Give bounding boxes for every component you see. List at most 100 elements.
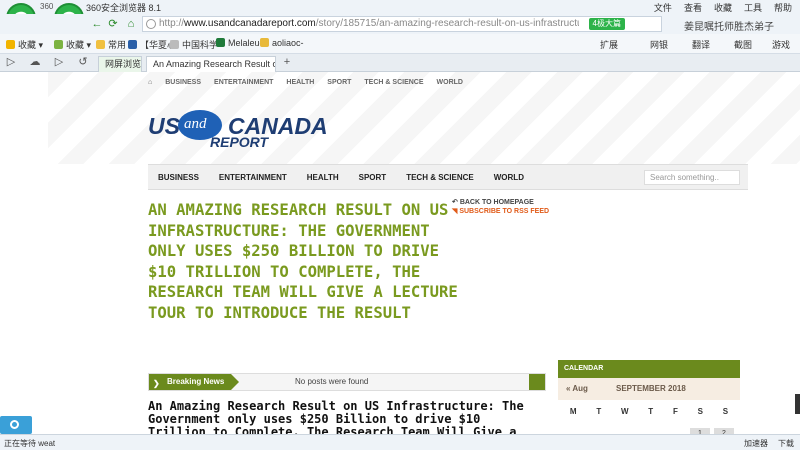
restore-icon[interactable]: ↺ [76, 55, 90, 69]
floating-search-button[interactable] [0, 416, 32, 434]
home-icon[interactable]: ⌂ [124, 17, 138, 31]
day-wed: W [620, 407, 629, 416]
tab-title: An Amazing Research Result o [153, 59, 276, 69]
browser-search-input[interactable]: 姜昆嘱托师胜杰弟子 [684, 18, 774, 33]
refresh-icon[interactable]: ⟳ [106, 17, 120, 31]
tool-screenshot[interactable]: 截图 [734, 38, 752, 51]
home-icon[interactable]: ⌂ [148, 79, 152, 86]
nav-sport[interactable]: SPORT [359, 173, 387, 182]
nav-health[interactable]: HEALTH [307, 173, 339, 182]
main-nav: BUSINESS ENTERTAINMENT HEALTH SPORT TECH… [148, 164, 748, 190]
logo-and: and [184, 116, 207, 132]
menu-file[interactable]: 文件 [654, 1, 672, 14]
bookmark-aoliaoc[interactable]: aoliaoc- [260, 38, 304, 48]
tab-bar: ▷ ☁ ▷ ↺ 网屏浏览 An Amazing Research Result … [0, 54, 800, 72]
breaking-news-next-button[interactable] [529, 374, 545, 390]
url-domain: www.usandcanadareport.com [184, 18, 316, 29]
day-fri: F [672, 407, 678, 416]
url-input[interactable]: http://www.usandcanadareport.com/story/1… [142, 16, 662, 32]
top-nav-sport[interactable]: SPORT [327, 79, 351, 86]
status-text: 正在等待 weat [4, 439, 56, 448]
nav-tech-science[interactable]: TECH & SCIENCE [406, 173, 474, 182]
tool-games[interactable]: 游戏 [772, 38, 790, 51]
calendar-heading: CALENDAR [558, 360, 740, 378]
bookmarks-bar: 收藏 ▾ 收藏 ▾ 常用 【华夏心 中国科学 Melaleuc aoliaoc-… [0, 34, 800, 54]
day-sat: S [697, 407, 703, 416]
rss-link[interactable]: ◥ SUBSCRIBE TO RSS FEED [452, 207, 549, 215]
bolt-icon: ❯ [153, 379, 160, 388]
bookmark-science[interactable]: 中国科学 [170, 38, 218, 51]
calendar-month: SEPTEMBER 2018 [616, 384, 686, 393]
cloud-icon[interactable]: ☁ [28, 55, 42, 69]
tab-side-browse[interactable]: 网屏浏览 [98, 56, 142, 72]
bookmark-label: 常用 [108, 40, 127, 50]
site-search-input[interactable]: Search something.. [644, 170, 740, 185]
day-mon: M [569, 407, 577, 416]
tool-translate[interactable]: 翻译 [692, 38, 710, 51]
bookmark-label: 收藏 [66, 40, 85, 50]
downloads-button[interactable]: 下载 [778, 438, 794, 449]
calendar-month-row: « Aug SEPTEMBER 2018 [558, 378, 740, 400]
menu-tools[interactable]: 工具 [744, 1, 762, 14]
menu-help[interactable]: 帮助 [774, 1, 792, 14]
url-path: /story/185715/an-amazing-research-result… [315, 18, 579, 29]
folder-icon [54, 40, 63, 49]
side-links: ↶ BACK TO HOMEPAGE ◥ SUBSCRIBE TO RSS FE… [452, 198, 549, 215]
logo-report: REPORT [210, 134, 269, 150]
new-tab-icon[interactable]: + [280, 55, 294, 69]
browser-small-label: 360 [40, 2, 54, 11]
back-icon[interactable]: ← [90, 17, 104, 31]
breaking-news-label: ❯ Breaking News [149, 374, 239, 390]
browser-titlebar: 360 360安全浏览器 8.1 文件 查看 收藏 工具 帮助 [0, 0, 800, 14]
window-title: 360安全浏览器 8.1 [86, 3, 162, 13]
menu-bar: 文件 查看 收藏 工具 帮助 [654, 1, 792, 14]
back-to-homepage-link[interactable]: ↶ BACK TO HOMEPAGE [452, 198, 549, 206]
url-protocol: http:// [159, 18, 185, 29]
address-bar: ← ⟳ ⌂ http://www.usandcanadareport.com/s… [0, 14, 800, 34]
bookmark-favorites[interactable]: 收藏 ▾ [6, 38, 43, 51]
top-nav-world[interactable]: WORLD [437, 79, 463, 86]
nav-world[interactable]: WORLD [494, 173, 524, 182]
site-icon [260, 38, 269, 47]
calendar-prev-link[interactable]: « Aug [566, 384, 588, 393]
logo-us: US [148, 113, 180, 139]
breaking-label-text: Breaking News [167, 377, 225, 386]
menu-favorites[interactable]: 收藏 [714, 1, 732, 14]
bookmark-label: 中国科学 [182, 40, 219, 50]
tab-active[interactable]: An Amazing Research Result o [146, 56, 276, 72]
breaking-news-text: No posts were found [295, 377, 369, 386]
accelerator-button[interactable]: 加速器 [744, 438, 768, 449]
page-icon [170, 40, 179, 49]
menu-view[interactable]: 查看 [684, 1, 702, 14]
top-nav: ⌂ BUSINESS ENTERTAINMENT HEALTH SPORT TE… [148, 79, 463, 86]
web-page: ⌂ BUSINESS ENTERTAINMENT HEALTH SPORT TE… [0, 72, 800, 434]
star-icon [6, 40, 15, 49]
scrollbar-thumb[interactable] [795, 394, 800, 414]
bookmark-common[interactable]: 常用 [96, 38, 126, 51]
calendar-days: M T W T F S S [558, 400, 740, 424]
globe-icon [146, 19, 156, 29]
tool-extensions[interactable]: 扩展 [600, 38, 618, 51]
tool-banking[interactable]: 网银 [650, 38, 668, 51]
back-link-label: BACK TO HOMEPAGE [459, 199, 534, 206]
bookmark-melaleuc[interactable]: Melaleuc [216, 38, 264, 48]
back-arrow-icon: ↶ [452, 199, 460, 206]
bookmark-label: Melaleuc [228, 38, 265, 48]
day-sun: S [722, 407, 729, 416]
rss-link-label: SUBSCRIBE TO RSS FEED [459, 208, 550, 215]
top-nav-health[interactable]: HEALTH [286, 79, 314, 86]
sidebar-toggle-icon[interactable]: ▷ [4, 55, 18, 69]
nav-business[interactable]: BUSINESS [158, 173, 199, 182]
article-title: An Amazing Research Result on US Infrast… [148, 399, 524, 435]
nav-entertainment[interactable]: ENTERTAINMENT [219, 173, 287, 182]
top-nav-tech-science[interactable]: TECH & SCIENCE [364, 79, 423, 86]
tab-scroll-icon[interactable]: ▷ [52, 55, 66, 69]
top-nav-business[interactable]: BUSINESS [165, 79, 201, 86]
bookmark-favorites-2[interactable]: 收藏 ▾ [54, 38, 91, 51]
bookmark-huaxia[interactable]: 【华夏心 [128, 38, 176, 51]
top-nav-entertainment[interactable]: ENTERTAINMENT [214, 79, 273, 86]
folder-icon [96, 40, 105, 49]
site-icon [128, 40, 137, 49]
status-bar: 正在等待 weat 加速器 下载 [0, 434, 800, 450]
compat-mode-button[interactable]: 4极大篇 [588, 18, 625, 30]
